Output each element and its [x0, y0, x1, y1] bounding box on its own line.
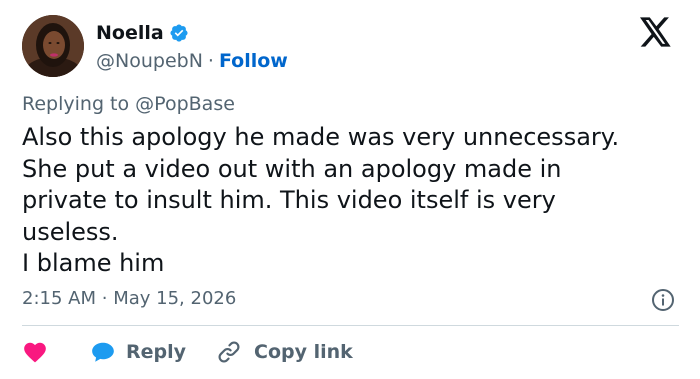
author-name[interactable]: Noella	[96, 22, 164, 44]
tweet-text: Also this apology he made was very unnec…	[22, 123, 620, 277]
tweet-time: 2:15 AM	[22, 288, 96, 309]
heart-icon[interactable]	[22, 339, 48, 365]
tweet-timestamp[interactable]: 2:15 AM · May 15, 2026	[22, 288, 236, 309]
author-handle-row: @NoupebN · Follow	[96, 50, 288, 72]
link-icon	[218, 341, 240, 363]
replying-to-prefix: Replying to	[22, 93, 130, 115]
action-bar: Reply Copy link	[22, 338, 353, 366]
tweet-card: Noella @NoupebN · Follow Replying to @Po…	[0, 0, 700, 379]
copy-link-label: Copy link	[254, 341, 353, 363]
tweet-date: May 15, 2026	[113, 288, 237, 309]
x-logo-icon[interactable]	[640, 17, 672, 47]
author-handle[interactable]: @NoupebN	[96, 50, 203, 72]
divider	[22, 325, 679, 326]
reply-label: Reply	[126, 341, 187, 363]
author-name-row: Noella	[96, 22, 189, 44]
info-icon[interactable]	[651, 288, 675, 312]
reply-button[interactable]: Reply	[90, 339, 186, 365]
copy-link-button[interactable]: Copy link	[216, 339, 353, 365]
replying-to-line: Replying to @PopBase	[22, 93, 235, 115]
avatar[interactable]	[22, 15, 84, 77]
reply-mention-link[interactable]: @PopBase	[135, 93, 235, 115]
verified-badge-icon	[170, 24, 188, 42]
follow-button[interactable]: Follow	[219, 50, 288, 72]
separator-dot: ·	[207, 50, 214, 72]
speech-bubble-icon	[92, 342, 114, 362]
timestamp-separator: ·	[101, 288, 108, 309]
